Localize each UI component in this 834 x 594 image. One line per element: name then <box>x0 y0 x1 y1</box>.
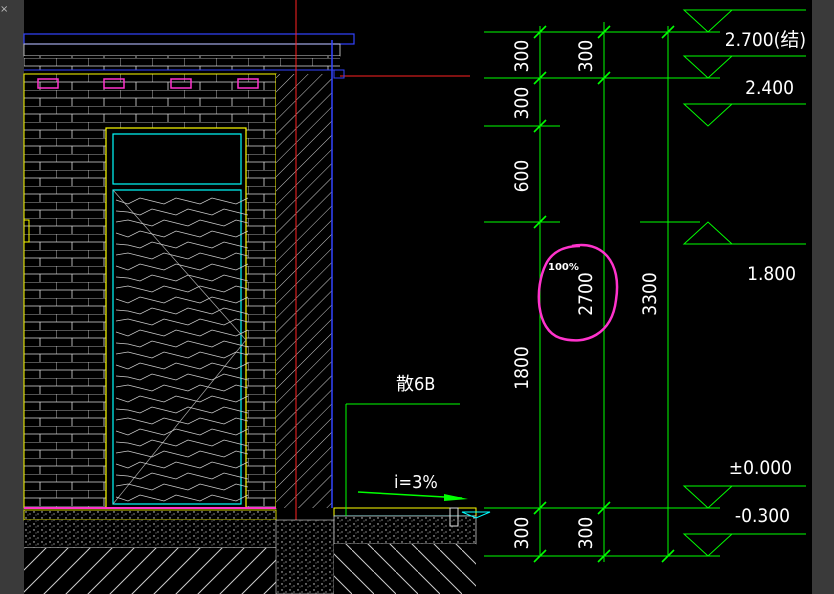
dim-text: 300 <box>511 517 533 550</box>
roof-coping <box>23 33 355 71</box>
annotation-label: 散6B <box>396 374 435 395</box>
elevation-text: 2.700(结) <box>725 29 806 51</box>
dim-text: 600 <box>511 160 533 193</box>
dim-text: 300 <box>511 40 533 73</box>
ground-slab <box>23 507 335 594</box>
cad-drawing-canvas[interactable]: 散6B i=3% 300 300 600 1800 300 300 2700 3… <box>0 0 834 594</box>
elevation-text: 1.800 <box>747 263 796 285</box>
dim-text: 2700 <box>575 272 597 316</box>
slope-arrow <box>357 491 491 519</box>
dim-text: 300 <box>575 40 597 73</box>
wall-section-hatch <box>276 74 332 508</box>
dim-text: 300 <box>575 517 597 550</box>
dim-text: 300 <box>511 87 533 120</box>
elevation-text: 2.400 <box>745 77 794 99</box>
elevation-text: -0.300 <box>735 505 790 527</box>
slope-label: i=3% <box>394 472 438 493</box>
dim-text: 3300 <box>639 272 661 316</box>
elevation-text: ±0.000 <box>729 457 792 479</box>
zoom-indicator: 100% <box>548 262 579 273</box>
dim-text: 1800 <box>511 346 533 390</box>
